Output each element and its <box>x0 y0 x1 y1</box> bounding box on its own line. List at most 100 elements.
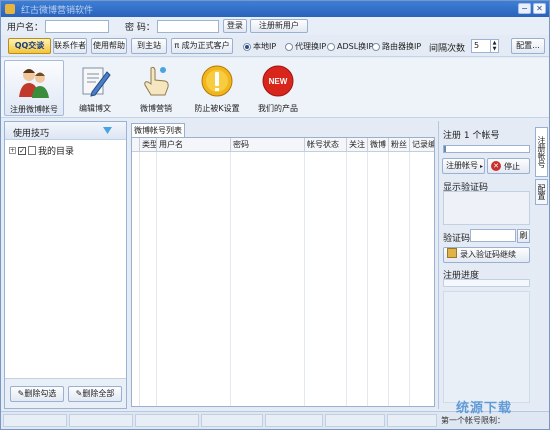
expand-icon[interactable]: + <box>9 147 16 154</box>
register-account-select[interactable]: 注册帐号 ▸ <box>442 158 485 174</box>
dropdown-arrow-icon: ▸ <box>480 163 484 170</box>
left-panel-footer: ✎删除勾选 ✎删除全部 <box>5 378 126 408</box>
login-button[interactable]: 登录 <box>222 19 247 33</box>
tree-checkbox[interactable]: ✓ <box>18 146 26 155</box>
tree-item-my-folder[interactable]: + ✓ 我的目录 <box>9 144 74 157</box>
radio-proxy-ip[interactable]: 代理换IP <box>285 41 326 52</box>
tool-label: 注册微博帐号 <box>10 105 58 114</box>
left-panel: 使用技巧 + ✓ 我的目录 ✎删除勾选 ✎删除全部 <box>4 121 127 409</box>
captcha-input[interactable] <box>470 229 516 242</box>
window-title: 红古微博营销软件 <box>21 5 94 16</box>
delete-all-button[interactable]: ✎删除全部 <box>68 386 122 402</box>
login-bar: 用户名： 密 码： 登录 注册新用户 <box>1 17 549 35</box>
tool-label: 编辑博文 <box>79 104 111 113</box>
svg-text:NEW: NEW <box>269 77 288 86</box>
radio-dot <box>243 42 251 51</box>
stop-button[interactable]: ✕ 停止 <box>487 158 530 174</box>
title-bar[interactable]: 红古微博营销软件 − ✕ <box>1 1 549 17</box>
register-progress-bar <box>443 279 530 287</box>
column-follows[interactable]: 关注 <box>347 138 368 152</box>
column-username[interactable]: 用户名 <box>157 138 231 152</box>
diamond-icon <box>103 127 112 134</box>
interval-stepper[interactable]: 5 ▲ ▼ <box>471 39 499 53</box>
password-input[interactable] <box>156 19 219 33</box>
button-label: 删除勾选 <box>24 389 57 398</box>
radio-router-ip[interactable]: 路由器换IP <box>372 41 421 52</box>
column-fans[interactable]: 粉丝 <box>389 138 410 152</box>
left-panel-title: 使用技巧 <box>13 129 50 139</box>
radio-adsl-ip[interactable]: ADSL换IP <box>327 41 373 52</box>
radio-local-ip[interactable]: 本地IP <box>243 41 276 52</box>
delete-checked-button[interactable]: ✎删除勾选 <box>10 386 64 402</box>
center-panel: 微博帐号列表 类型 用户名 密码 帐号状态 关注 微博 粉丝 记录编号 <box>129 121 437 409</box>
side-tab-register[interactable]: 注册帐号 <box>535 127 548 177</box>
password-label: 密 码： <box>125 22 155 33</box>
radio-label: 代理换IP <box>295 42 327 51</box>
watermark-logo: 统源下载 <box>456 401 513 416</box>
tool-label: 微博营销 <box>140 104 172 113</box>
column-record-id[interactable]: 记录编号 <box>410 138 434 152</box>
radio-label: 路由器换IP <box>382 42 422 51</box>
radio-label: ADSL换IP <box>337 42 374 51</box>
tool-edit-post[interactable]: 编辑博文 <box>65 60 125 116</box>
status-text: 第一个帐号限制： <box>441 416 505 425</box>
column-weibo[interactable]: 微博 <box>368 138 389 152</box>
tool-weibo-marketing[interactable]: 微博营销 <box>126 60 186 116</box>
submit-captcha-button[interactable]: 录入验证码继续 <box>443 247 530 263</box>
username-label: 用户名： <box>7 22 44 33</box>
status-cell <box>387 414 437 427</box>
folder-icon <box>28 146 36 155</box>
tool-label: 防止被K设置 <box>194 104 240 113</box>
button-label: 停止 <box>504 161 520 171</box>
main-toolbar: 注册微博帐号 编辑博文 微博营销 防止被K设置 NEW 我们的产品 <box>1 58 549 118</box>
row-selector-column <box>132 138 140 152</box>
column-type[interactable]: 类型 <box>140 138 157 152</box>
table-body[interactable] <box>132 152 434 406</box>
qq-chat-button[interactable]: QQ交谈 <box>8 38 51 54</box>
interval-label: 间隔次数 <box>429 44 466 54</box>
register-count-slider[interactable] <box>443 145 530 153</box>
refresh-captcha-button[interactable]: 刷 <box>517 229 530 243</box>
tool-label: 我们的产品 <box>258 104 298 113</box>
pointer-hand-icon <box>144 66 169 96</box>
pi-icon: π <box>174 41 182 50</box>
status-cell <box>325 414 385 427</box>
register-user-button[interactable]: 注册新用户 <box>249 19 308 33</box>
radio-label: 本地IP <box>253 42 277 51</box>
upgrade-label: 成为正式客户 <box>181 41 230 50</box>
spin-arrows-icon[interactable]: ▲ ▼ <box>490 40 498 52</box>
account-table: 类型 用户名 密码 帐号状态 关注 微博 粉丝 记录编号 <box>131 137 435 407</box>
tool-our-products[interactable]: NEW 我们的产品 <box>248 60 308 116</box>
column-password[interactable]: 密码 <box>231 138 305 152</box>
upgrade-button[interactable]: π 成为正式客户 <box>171 38 233 54</box>
close-icon[interactable]: ✕ <box>533 3 546 14</box>
table-header: 类型 用户名 密码 帐号状态 关注 微博 粉丝 记录编号 <box>132 138 434 152</box>
left-panel-header: 使用技巧 <box>5 122 126 140</box>
right-panel-fill <box>443 291 530 403</box>
interval-value: 5 <box>474 41 480 50</box>
users-icon <box>19 69 49 98</box>
homepage-button[interactable]: 到主站 <box>131 38 167 54</box>
captcha-label: 验证码 <box>443 234 471 244</box>
app-window: 红古微博营销软件 − ✕ 用户名： 密 码： 登录 注册新用户 QQ交谈 联系作… <box>0 0 550 430</box>
register-count-title: 注册 1 个帐号 <box>443 131 500 141</box>
side-tab-config[interactable]: 配置 <box>535 179 548 205</box>
right-panel: 注册 1 个帐号 注册帐号 ▸ ✕ 停止 显示验证码 验证码 刷 录入验证码继续 注… <box>438 121 533 409</box>
status-cell <box>265 414 323 427</box>
username-input[interactable] <box>45 19 110 33</box>
status-cell <box>201 414 263 427</box>
window-controls: − ✕ <box>518 3 546 14</box>
tool-anti-ban-settings[interactable]: 防止被K设置 <box>187 60 247 116</box>
status-cell <box>3 414 67 427</box>
column-account-status[interactable]: 帐号状态 <box>305 138 347 152</box>
contact-author-button[interactable]: 联系作者 <box>53 38 87 54</box>
help-button[interactable]: 使用帮助 <box>91 38 127 54</box>
side-tab-strip: 注册帐号 配置 <box>534 121 549 409</box>
key-icon <box>201 65 233 97</box>
config-button[interactable]: 配置... <box>511 38 545 54</box>
tool-register-accounts[interactable]: 注册微博帐号 <box>4 60 64 116</box>
button-label: 删除全部 <box>82 389 115 398</box>
radio-dot <box>285 42 293 51</box>
tab-account-list[interactable]: 微博帐号列表 <box>131 123 185 137</box>
minimize-icon[interactable]: − <box>518 3 531 14</box>
